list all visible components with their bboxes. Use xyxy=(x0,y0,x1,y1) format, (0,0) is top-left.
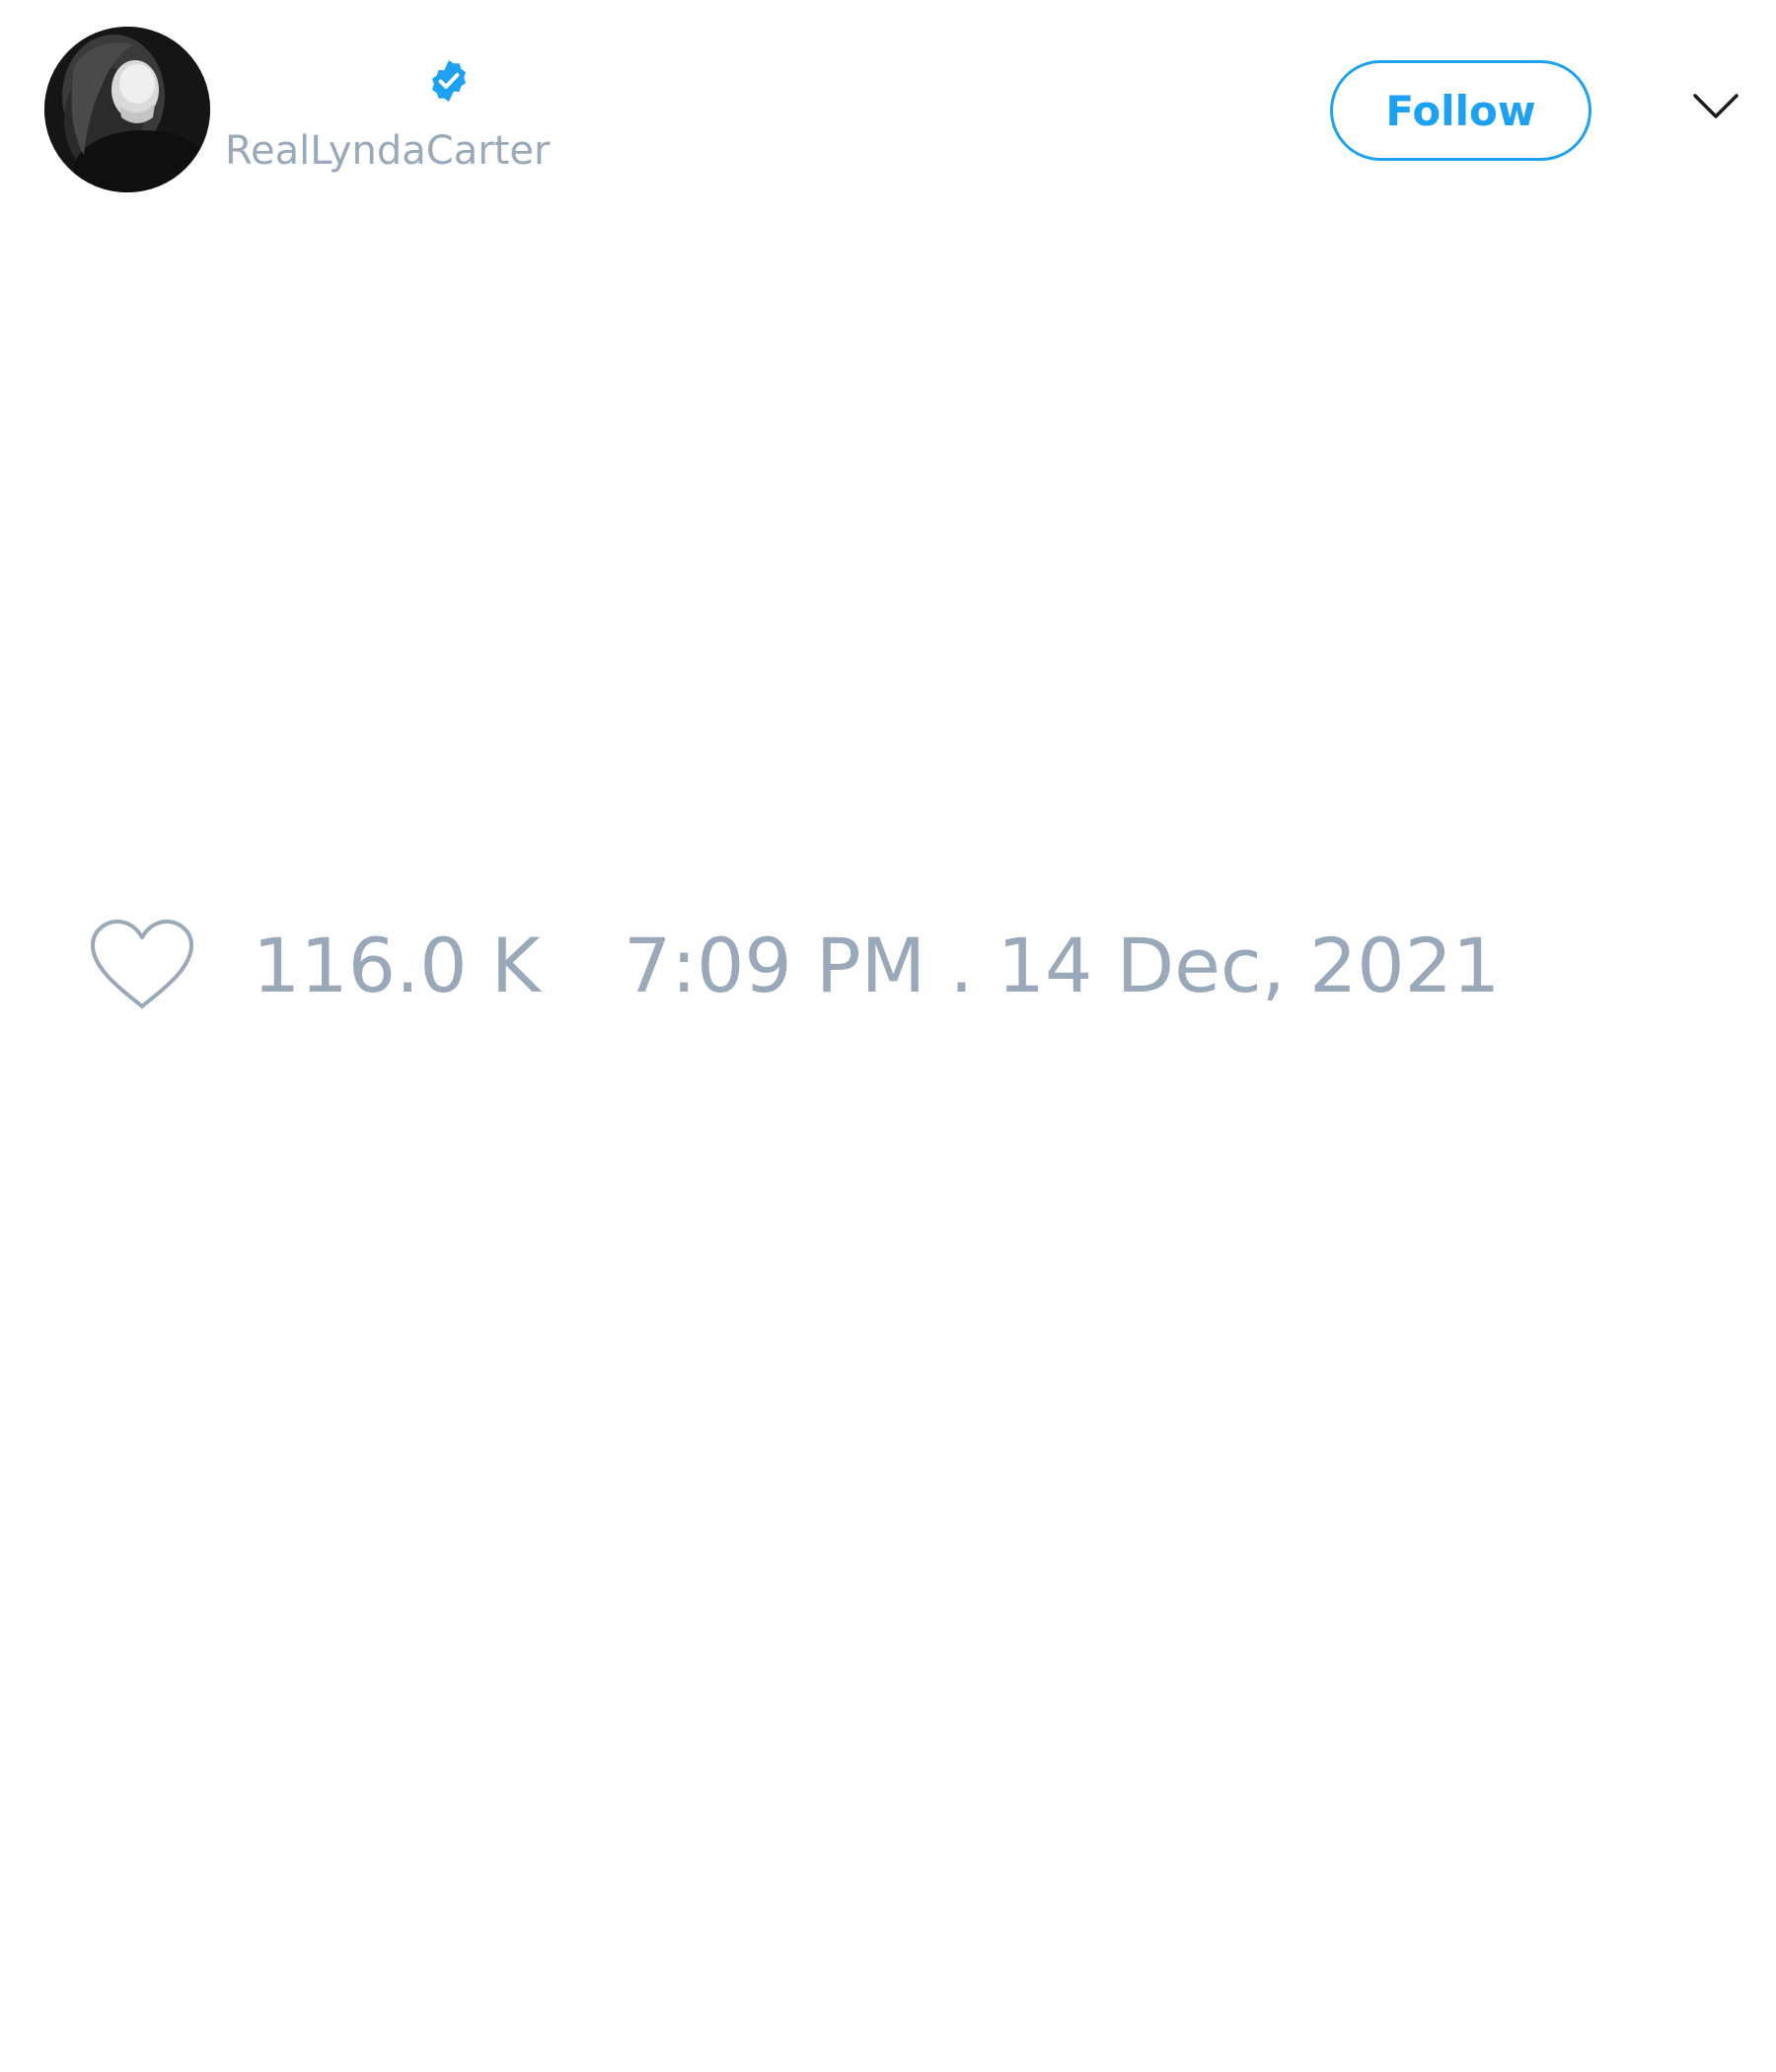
user-handle[interactable]: RealLyndaCarter xyxy=(225,126,550,176)
chevron-down-icon[interactable] xyxy=(1692,92,1739,121)
follow-button[interactable]: Follow xyxy=(1330,60,1591,161)
like-count: 116.0 K xyxy=(253,922,541,1009)
avatar-photo xyxy=(44,27,210,192)
tweet-timestamp[interactable]: 7:09 PM . 14 Dec, 2021 xyxy=(624,925,1500,1006)
avatar[interactable] xyxy=(44,27,210,192)
heart-icon[interactable] xyxy=(89,918,195,1012)
tweet-card: RealLyndaCarter Follow 116.0 K 7:09 PM .… xyxy=(0,0,1776,2072)
verified-badge-icon xyxy=(432,60,466,102)
